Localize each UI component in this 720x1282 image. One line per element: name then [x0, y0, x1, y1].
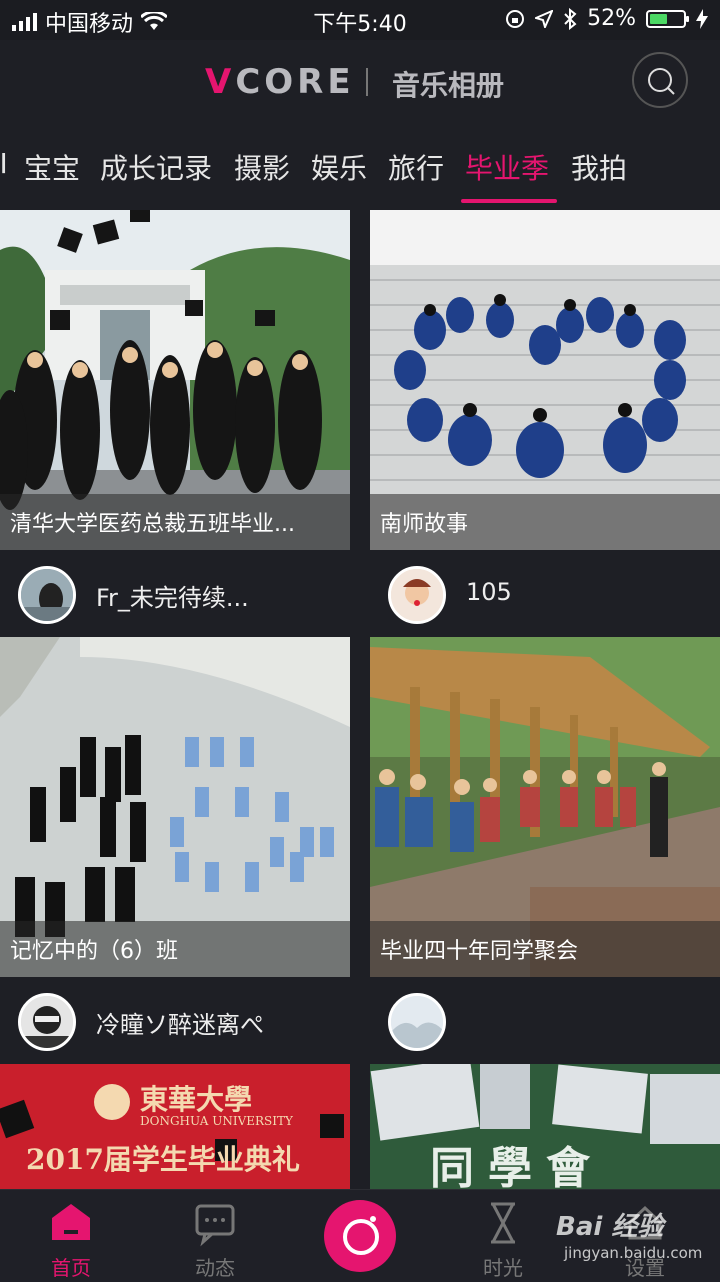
tab-growth[interactable]: 成长记录 — [100, 147, 212, 187]
avatar — [388, 993, 446, 1051]
baidu-watermark: Bai 经验 jingyan.baidu.com — [556, 1200, 716, 1272]
tab-baby[interactable]: 宝宝 — [24, 147, 80, 187]
tab-feed-label: 动态 — [195, 1256, 235, 1280]
album-caption: 记忆中的（6）班 — [0, 921, 350, 977]
album-card[interactable]: 東華大學 DONGHUA UNIVERSITY 2017届学生毕业典礼 — [0, 1064, 350, 1189]
photo-text-school-en: DONGHUA UNIVERSITY — [140, 1114, 293, 1128]
album-author-row[interactable]: Fr_未完待续... — [0, 550, 350, 638]
album-title: 记忆中的（6）班 — [10, 939, 178, 964]
photo-text-reunion: 同學會 — [430, 1143, 604, 1189]
album-title: 南师故事 — [380, 512, 469, 537]
status-right: 52% — [505, 6, 708, 31]
message-icon — [195, 1204, 235, 1247]
search-icon — [648, 68, 675, 95]
brand-logo: VCORE — [205, 62, 355, 102]
album-card[interactable]: 同學會 — [370, 1064, 720, 1189]
tab-travel[interactable]: 旅行 — [388, 147, 444, 187]
album-title: 毕业四十年同学聚会 — [380, 939, 579, 964]
watermark-url: jingyan.baidu.com — [564, 1244, 703, 1262]
battery-icon — [646, 9, 689, 28]
brand-divider — [366, 68, 368, 96]
tab-time[interactable]: 时光 — [458, 1198, 548, 1280]
status-bar: 中国移动 下午5:40 52% — [0, 0, 720, 40]
tab-time-label: 时光 — [483, 1256, 523, 1280]
active-tab-indicator — [461, 199, 557, 203]
brand-subtitle: 音乐相册 — [392, 69, 505, 102]
watermark-text: Bai 经验 — [556, 1212, 664, 1242]
home-icon — [52, 1204, 90, 1240]
album-caption: 清华大学医药总裁五班毕业... — [0, 494, 350, 550]
location-icon — [535, 9, 554, 28]
tab-graduation[interactable]: 毕业季 — [465, 147, 549, 187]
photo-text-ceremony: 2017届学生毕业典礼 — [26, 1143, 300, 1176]
camera-flash-dot — [370, 1216, 376, 1222]
avatar — [18, 993, 76, 1051]
album-card[interactable]: 清华大学医药总裁五班毕业... — [0, 210, 350, 550]
bluetooth-icon — [564, 7, 577, 30]
tab-partial[interactable]: Ⅱ — [0, 147, 8, 180]
orientation-lock-icon — [506, 9, 525, 28]
album-author-row[interactable] — [370, 977, 720, 1065]
tab-home-label: 首页 — [51, 1256, 91, 1280]
album-title: 清华大学医药总裁五班毕业... — [10, 512, 295, 537]
avatar — [18, 566, 76, 624]
photo-text-school: 東華大學 — [140, 1083, 253, 1116]
album-author-row[interactable]: 105 — [370, 550, 720, 638]
tab-home[interactable]: 首页 — [26, 1198, 116, 1280]
author-name: 105 — [466, 578, 512, 606]
charging-icon — [696, 8, 708, 29]
album-caption: 毕业四十年同学聚会 — [370, 921, 720, 977]
hourglass-icon — [491, 1202, 515, 1244]
camera-icon — [343, 1219, 379, 1255]
album-caption: 南师故事 — [370, 494, 720, 550]
album-photo: 東華大學 DONGHUA UNIVERSITY 2017届学生毕业典礼 — [0, 1064, 350, 1189]
tab-photography[interactable]: 摄影 — [234, 147, 290, 187]
tab-my-shots[interactable]: 我拍 — [571, 147, 627, 187]
category-tabs: Ⅱ 宝宝 成长记录 摄影 娱乐 旅行 毕业季 我拍 — [0, 125, 720, 207]
app-header: VCORE 音乐相册 — [0, 40, 720, 125]
album-author-row[interactable]: 冷瞳ソ醉迷离ぺ — [0, 977, 350, 1065]
author-name: Fr_未完待续... — [96, 584, 249, 612]
battery-percent: 52% — [587, 6, 636, 31]
album-photo: 同學會 — [370, 1064, 720, 1189]
tab-entertainment[interactable]: 娱乐 — [311, 147, 367, 187]
avatar — [388, 566, 446, 624]
camera-button[interactable] — [324, 1200, 396, 1272]
album-card[interactable]: 记忆中的（6）班 — [0, 637, 350, 977]
album-card[interactable]: 毕业四十年同学聚会 — [370, 637, 720, 977]
album-card[interactable]: 南师故事 — [370, 210, 720, 550]
author-name: 冷瞳ソ醉迷离ぺ — [96, 1011, 264, 1039]
search-button[interactable] — [632, 52, 688, 108]
tab-feed[interactable]: 动态 — [170, 1198, 260, 1280]
